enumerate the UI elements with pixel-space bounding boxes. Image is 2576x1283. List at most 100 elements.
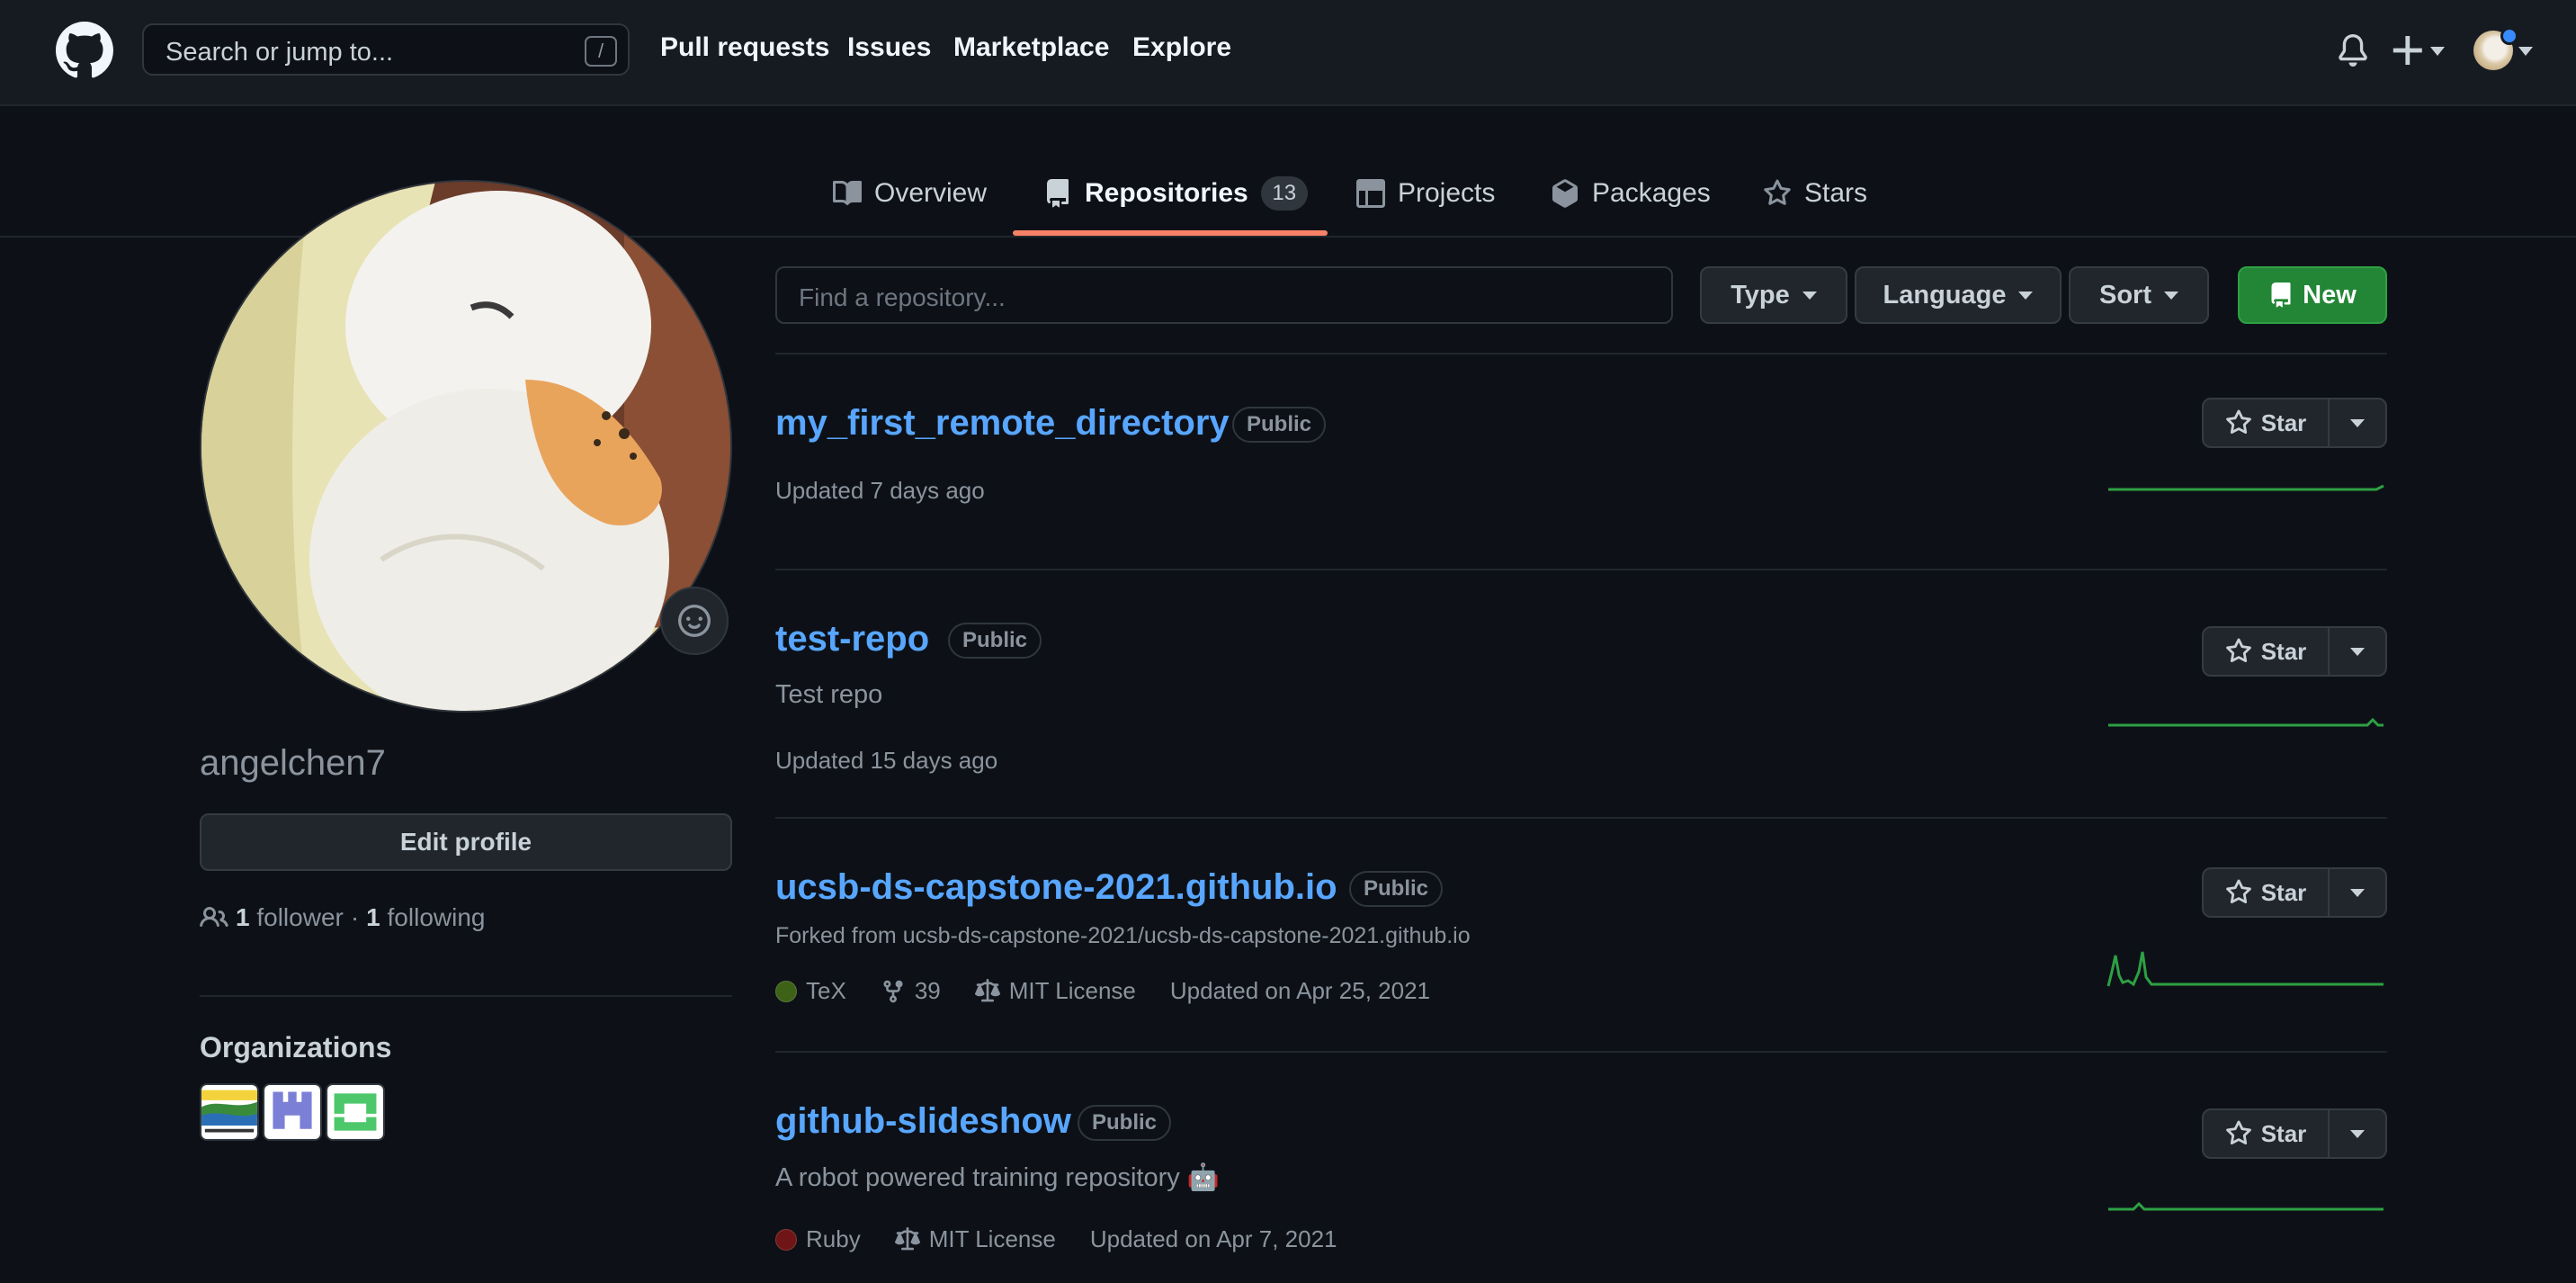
activity-sparkline [2108,1201,2384,1211]
star-button-group: Star [2202,867,2387,918]
edit-profile-button[interactable]: Edit profile [200,813,732,871]
tab-projects-label: Projects [1398,178,1496,208]
chevron-down-icon[interactable] [2517,45,2535,58]
org-avatar-2[interactable] [263,1083,322,1141]
duck-photo-image [201,182,730,711]
caret-down-icon [2350,888,2365,897]
visibility-badge: Public [1349,871,1444,907]
repo-updated: Updated 7 days ago [775,477,985,504]
people-icon [200,906,228,928]
smiley-icon [678,605,711,637]
repo-name-link[interactable]: test-repo [775,619,929,659]
star-button-group: Star [2202,1108,2387,1159]
repo-divider [775,569,2387,570]
repo-list-divider [775,353,2387,354]
package-icon [1552,179,1578,208]
table-icon [1356,179,1385,208]
star-list-dropdown[interactable] [2330,628,2385,675]
activity-sparkline [2108,484,2384,491]
global-search-input[interactable]: Search or jump to... / [142,23,630,76]
star-button[interactable]: Star [2204,1110,2330,1157]
tab-repositories[interactable]: Repositories 13 [1043,171,1308,216]
bell-icon[interactable] [2337,34,2369,67]
type-filter-button[interactable]: Type [1700,266,1847,324]
nav-marketplace[interactable]: Marketplace [953,32,1109,63]
repo-name-link[interactable]: my_first_remote_directory [775,403,1230,444]
status-dot-icon [2500,27,2518,45]
star-button[interactable]: Star [2204,628,2330,675]
top-header: Search or jump to... / Pull requests Iss… [0,0,2576,106]
org-logo-castle-icon [264,1085,320,1139]
repo-meta-row: TeX 39 MIT License Updated on Apr 25, 20… [775,977,1464,1005]
activity-sparkline [2106,951,2384,987]
star-list-dropdown[interactable] [2330,1110,2385,1157]
repo-icon [2271,283,2291,308]
followers-link[interactable]: 1 follower [236,903,344,932]
forked-from-text: Forked from ucsb-ds-capstone-2021/ucsb-d… [775,923,1471,948]
repo-updated: Updated on Apr 7, 2021 [1089,1225,1337,1252]
org-avatar-3[interactable] [326,1083,385,1141]
language-color-dot [775,1228,797,1251]
forks-link[interactable]: 39 [881,977,941,1005]
caret-down-icon [2018,291,2034,300]
repo-language: TeX [806,977,846,1004]
language-filter-button[interactable]: Language [1855,266,2062,324]
repo-description: Test repo [775,680,883,709]
repo-divider [775,1051,2387,1053]
nav-issues[interactable]: Issues [847,32,931,63]
find-repository-input[interactable]: Find a repository... [775,266,1673,324]
search-placeholder: Search or jump to... [165,38,394,67]
repo-name-link[interactable]: ucsb-ds-capstone-2021.github.io [775,867,1337,908]
follow-stats: 1 follower · 1 following [200,903,485,932]
tab-stars-label: Stars [1804,178,1868,208]
repo-meta-row: Ruby MIT License Updated on Apr 7, 2021 [775,1225,1372,1253]
repo-license: MIT License [928,1225,1056,1252]
repo-language: Ruby [806,1225,861,1252]
repo-name-link[interactable]: github-slideshow [775,1101,1071,1142]
find-repository-placeholder: Find a repository... [799,283,1006,311]
caret-down-icon [1802,291,1817,300]
star-icon [2225,409,2251,435]
repo-updated: Updated 15 days ago [775,747,998,774]
org-avatar-1[interactable] [200,1083,259,1141]
star-button[interactable]: Star [2204,869,2330,916]
law-scale-icon [894,1226,920,1250]
star-button-group: Star [2202,626,2387,677]
repo-license: MIT License [1008,977,1136,1004]
book-icon [833,180,862,205]
visibility-badge: Public [1078,1105,1172,1141]
tab-overview[interactable]: Overview [833,171,987,216]
fork-icon [883,980,903,1002]
caret-down-icon [2350,647,2365,656]
repo-description: A robot powered training repository 🤖 [775,1163,1220,1192]
profile-username: angelchen7 [200,743,386,783]
tab-stars[interactable]: Stars [1763,171,1867,216]
nav-explore[interactable]: Explore [1132,32,1231,63]
law-scale-icon [974,978,1000,1001]
set-status-button[interactable] [660,587,729,655]
profile-avatar[interactable] [200,180,732,713]
tab-overview-label: Overview [874,178,988,208]
activity-sparkline [2108,717,2384,727]
star-list-dropdown[interactable] [2330,399,2385,446]
star-list-dropdown[interactable] [2330,869,2385,916]
new-repository-button[interactable]: New [2238,266,2387,324]
tab-packages-label: Packages [1592,178,1711,208]
sort-filter-button[interactable]: Sort [2069,266,2209,324]
github-logo-icon[interactable] [56,22,113,79]
visibility-badge: Public [1232,407,1327,443]
create-new-plus-icon[interactable] [2393,34,2446,67]
visibility-badge: Public [948,623,1042,659]
repo-updated: Updated on Apr 25, 2021 [1169,977,1430,1004]
caret-down-icon [2350,1129,2365,1138]
star-button[interactable]: Star [2204,399,2330,446]
tab-repositories-label: Repositories [1085,178,1248,208]
following-link[interactable]: 1 following [366,903,485,932]
tab-packages[interactable]: Packages [1551,171,1711,216]
language-color-dot [775,980,797,1002]
org-logo-bracket-icon [327,1085,383,1139]
star-icon [1764,179,1791,205]
tab-projects[interactable]: Projects [1356,171,1495,216]
nav-pull-requests[interactable]: Pull requests [660,32,829,63]
repositories-count-badge: 13 [1260,176,1308,211]
